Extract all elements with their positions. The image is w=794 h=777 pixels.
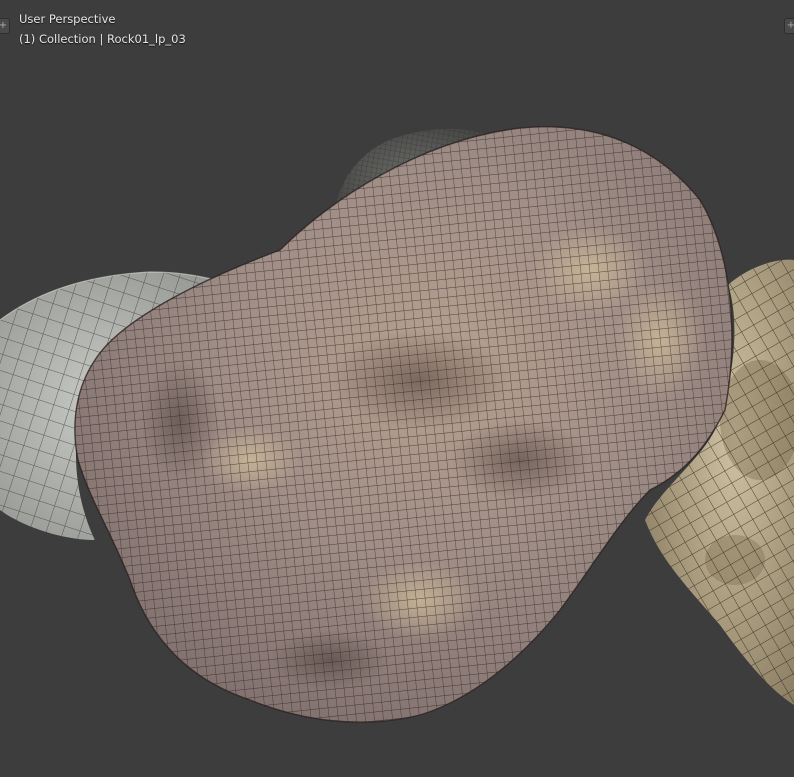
collection-label: (1) Collection | Rock01_lp_03 (19, 32, 186, 46)
rock-center-pink[interactable] (60, 110, 750, 740)
view-name-label: User Perspective (19, 12, 116, 26)
plus-icon[interactable]: + (0, 18, 10, 34)
3d-viewport[interactable]: User Perspective (1) Collection | Rock01… (0, 0, 794, 777)
plus-icon[interactable]: + (784, 18, 794, 34)
scene-canvas[interactable] (0, 0, 794, 777)
